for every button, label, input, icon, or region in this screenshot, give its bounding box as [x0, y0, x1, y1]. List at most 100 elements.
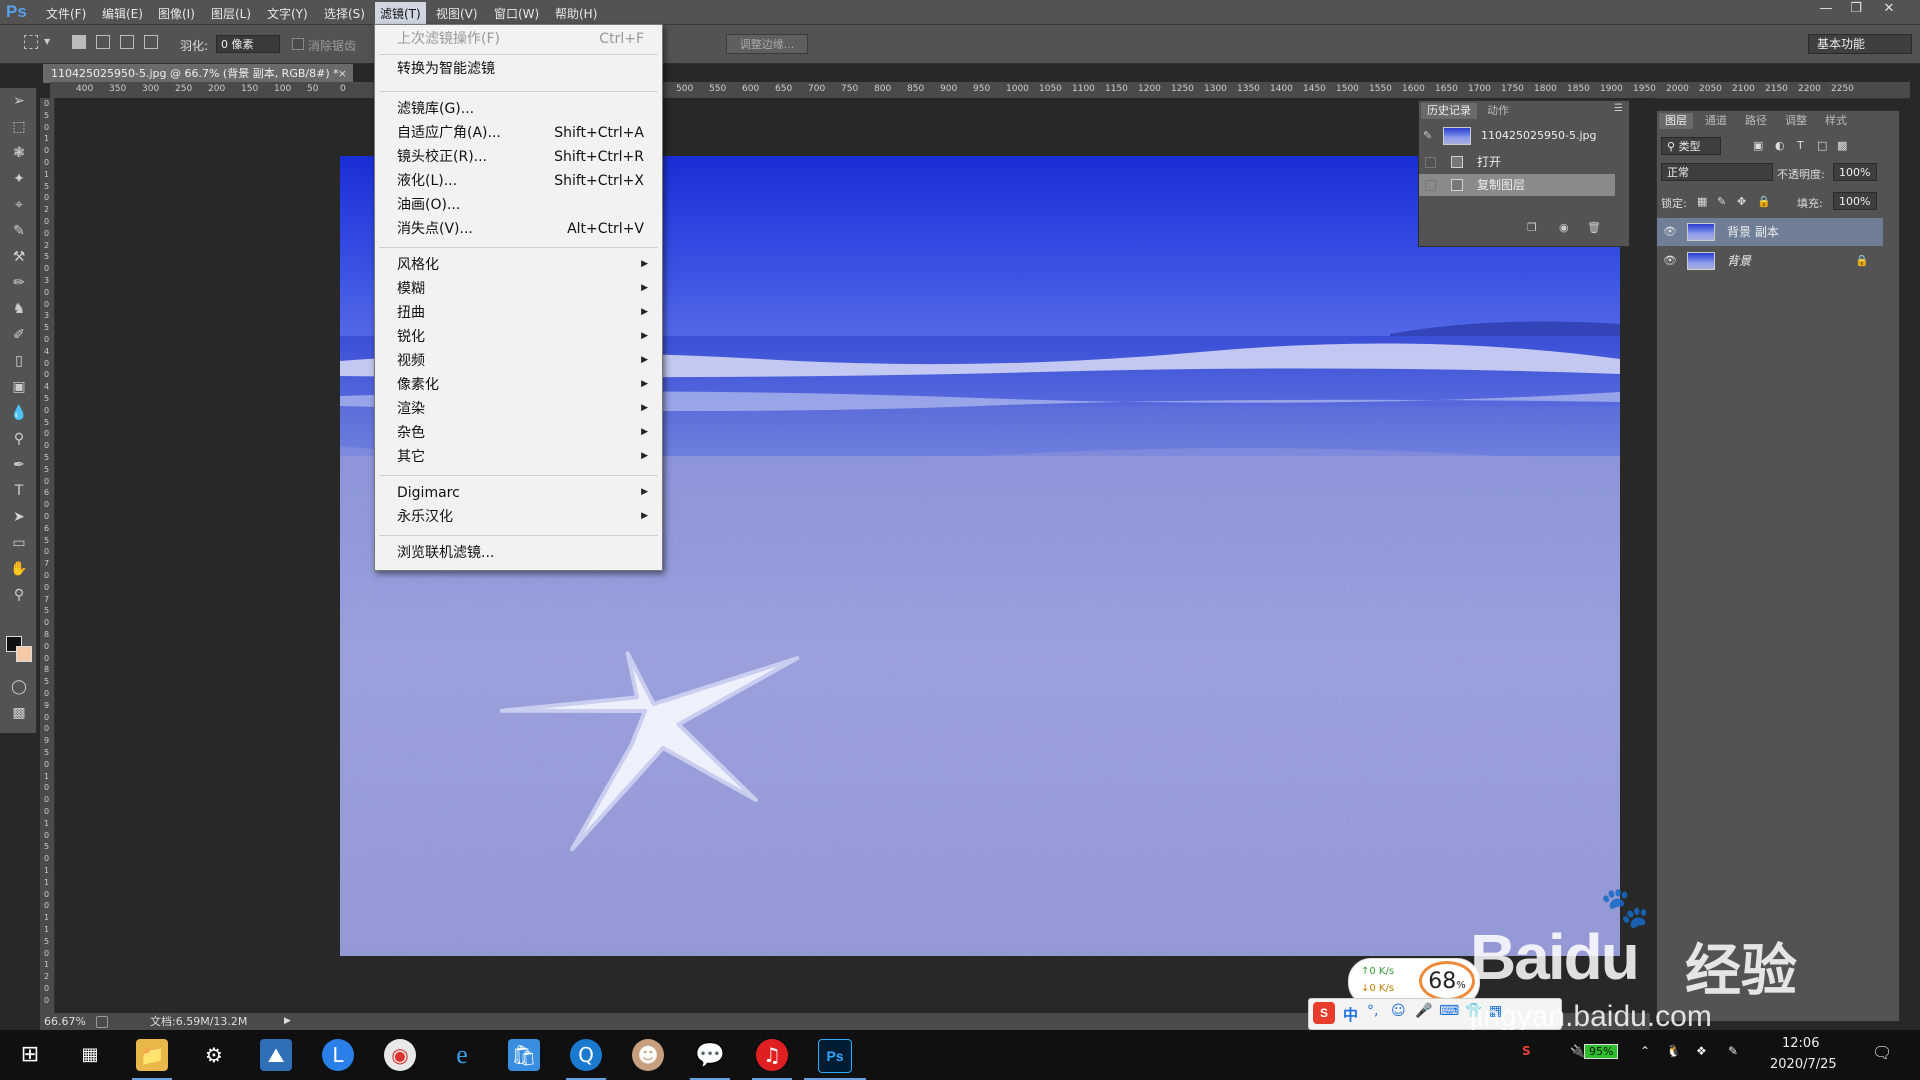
background-color-swatch[interactable] — [16, 646, 32, 662]
tab-actions[interactable]: 动作 — [1481, 103, 1515, 119]
healing-brush-tool-icon[interactable]: ⚒ — [10, 248, 28, 266]
tab-channels[interactable]: 通道 — [1699, 113, 1733, 129]
marquee-tool-icon[interactable]: ⬚ — [10, 118, 28, 136]
layer-row[interactable]: 👁 背景 副本 — [1657, 218, 1883, 246]
intersect-selection-icon[interactable] — [144, 35, 158, 49]
filter-menu-item[interactable]: 自适应广角(A)... Shift+Ctrl+A — [397, 122, 652, 144]
eye-icon[interactable]: 👁 — [1663, 218, 1677, 246]
photos-app-icon[interactable]: ⛰ — [260, 1039, 292, 1071]
restore-icon[interactable]: ❐ — [1843, 0, 1869, 18]
history-brush-tool-icon[interactable]: ✐ — [10, 326, 28, 344]
filter-menu-item[interactable]: 镜头校正(R)... Shift+Ctrl+R — [397, 146, 652, 168]
menu-layer[interactable]: 图层(L) — [211, 5, 251, 22]
keyboard-icon[interactable]: ⌨ — [1439, 1003, 1459, 1019]
status-menu-arrow-icon[interactable]: ▶ — [284, 1013, 291, 1030]
marquee-tool-preset-icon[interactable] — [24, 35, 38, 49]
tab-paths[interactable]: 路径 — [1739, 113, 1773, 129]
chevron-up-icon[interactable]: ⌃ — [1640, 1044, 1650, 1058]
antialias-checkbox[interactable] — [292, 38, 304, 50]
menu-view[interactable]: 视图(V) — [436, 5, 478, 22]
chrome-browser-icon[interactable]: ◉ — [384, 1039, 416, 1071]
ime-mode[interactable]: 中 — [1343, 1004, 1358, 1025]
quick-mask-icon[interactable]: ◯ — [10, 678, 28, 696]
filter-smart-object-icon[interactable]: ▩ — [1837, 139, 1847, 152]
new-document-from-state-icon[interactable]: ❐ — [1527, 221, 1537, 234]
chevron-down-icon[interactable]: ▼ — [44, 37, 50, 46]
microphone-icon[interactable]: 🎤 — [1415, 1003, 1432, 1019]
emoji-icon[interactable]: ☺ — [1391, 1003, 1406, 1019]
eraser-tool-icon[interactable]: ▯ — [10, 352, 28, 370]
clock-time[interactable]: 12:06 — [1782, 1036, 1819, 1051]
new-selection-icon[interactable] — [72, 35, 86, 49]
subtract-selection-icon[interactable] — [120, 35, 134, 49]
notifications-icon[interactable]: 🗨 — [1872, 1043, 1892, 1062]
eyedropper-tool-icon[interactable]: ✎ — [10, 222, 28, 240]
pen-tool-icon[interactable]: ✒ — [10, 456, 28, 474]
lasso-tool-icon[interactable]: ❃ — [10, 144, 28, 162]
refine-edge-button[interactable]: 调整边缘... — [726, 34, 808, 54]
camera-icon[interactable]: ◉ — [1559, 221, 1569, 234]
move-tool-icon[interactable]: ➢ — [10, 92, 28, 110]
pen-input-icon[interactable]: ✎ — [1728, 1044, 1738, 1058]
clone-stamp-tool-icon[interactable]: ♞ — [10, 300, 28, 318]
close-icon[interactable]: × — [338, 64, 347, 83]
filter-menu-item[interactable]: 浏览联机滤镜... — [397, 542, 652, 564]
history-source-checkbox[interactable] — [1425, 180, 1436, 191]
workspace-select[interactable]: 基本功能 — [1808, 34, 1912, 54]
opacity-input[interactable]: 100% — [1833, 163, 1877, 181]
hand-tool-icon[interactable]: ✋ — [10, 560, 28, 578]
dodge-tool-icon[interactable]: ⚲ — [10, 430, 28, 448]
close-icon[interactable]: ✕ — [1876, 0, 1902, 18]
lark-app-icon[interactable]: L — [322, 1039, 354, 1071]
filter-submenu-item[interactable]: 杂色 ▶ — [397, 422, 652, 444]
filter-shape-icon[interactable]: □ — [1817, 139, 1827, 152]
menu-filter[interactable]: 滤镜(T) — [375, 2, 426, 26]
history-state[interactable]: 打开 — [1419, 151, 1615, 173]
filter-menu-item[interactable]: 滤镜库(G)... — [397, 98, 652, 120]
task-view-icon[interactable]: ▦ — [74, 1039, 106, 1071]
filter-submenu-item[interactable]: 渲染 ▶ — [397, 398, 652, 420]
windows-start-icon[interactable]: ⊞ — [14, 1039, 46, 1071]
eye-icon[interactable]: 👁 — [1663, 247, 1677, 275]
feather-input[interactable]: 0 像素 — [216, 35, 280, 53]
avatar-app-icon[interactable]: ☻ — [632, 1039, 664, 1071]
minimize-icon[interactable]: — — [1813, 0, 1839, 18]
blend-mode-select[interactable]: 正常 — [1661, 163, 1773, 181]
lock-image-icon[interactable]: ✎ — [1717, 195, 1726, 208]
filter-pixel-icon[interactable]: ▣ — [1753, 139, 1763, 152]
menu-help[interactable]: 帮助(H) — [555, 5, 597, 22]
lock-all-icon[interactable]: 🔒 — [1757, 195, 1771, 208]
fill-input[interactable]: 100% — [1833, 192, 1877, 210]
shape-tool-icon[interactable]: ▭ — [10, 534, 28, 552]
brush-tool-icon[interactable]: ✏ — [10, 274, 28, 292]
lock-position-icon[interactable]: ✥ — [1737, 195, 1746, 208]
filter-submenu-item[interactable]: 模糊 ▶ — [397, 278, 652, 300]
menu-edit[interactable]: 编辑(E) — [102, 5, 143, 22]
filter-menu-item[interactable]: 油画(O)... — [397, 194, 652, 216]
battery-indicator[interactable]: 95% — [1584, 1044, 1619, 1059]
filter-submenu-item[interactable]: 风格化 ▶ — [397, 254, 652, 276]
screen-mode-icon[interactable]: ▩ — [10, 704, 28, 722]
history-state[interactable]: 复制图层 — [1419, 174, 1615, 196]
document-tab[interactable]: 110425025950-5.jpg @ 66.7% (背景 副本, RGB/8… — [43, 64, 353, 83]
blur-tool-icon[interactable]: 💧 — [10, 404, 28, 422]
menu-select[interactable]: 选择(S) — [324, 5, 365, 22]
wechat-icon[interactable]: 💬 — [694, 1039, 726, 1071]
lock-transparency-icon[interactable]: ▦ — [1697, 195, 1707, 208]
history-source-checkbox[interactable] — [1425, 157, 1436, 168]
type-tool-icon[interactable]: T — [10, 482, 28, 500]
filter-type-icon[interactable]: T — [1797, 139, 1804, 152]
filter-submenu-item[interactable]: 锐化 ▶ — [397, 326, 652, 348]
qq-tray-icon[interactable]: 🐧 — [1666, 1044, 1681, 1058]
sogou-tray-icon[interactable]: S — [1522, 1044, 1531, 1058]
qq-browser-icon[interactable]: Q — [570, 1039, 602, 1071]
filter-menu-item[interactable]: 上次滤镜操作(F) Ctrl+F — [397, 28, 652, 50]
store-bag-icon[interactable]: 🛍 — [508, 1039, 540, 1071]
layer-row[interactable]: 👁 背景 🔒 — [1657, 247, 1883, 275]
filter-menu-item[interactable]: 消失点(V)... Alt+Ctrl+V — [397, 218, 652, 240]
filter-adjustment-icon[interactable]: ◐ — [1775, 139, 1785, 152]
clock-date[interactable]: 2020/7/25 — [1770, 1057, 1837, 1072]
zoom-level[interactable]: 66.67% — [44, 1013, 86, 1030]
gradient-tool-icon[interactable]: ▣ — [10, 378, 28, 396]
filter-submenu-item[interactable]: 永乐汉化 ▶ — [397, 506, 652, 528]
